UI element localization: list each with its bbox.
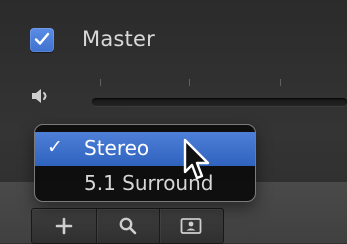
menu-item-5-1-surround[interactable]: 5.1 Surround [35, 167, 255, 201]
volume-tick [280, 79, 281, 86]
channel-format-menu: ✓ Stereo 5.1 Surround [34, 124, 256, 202]
master-row: Master [0, 0, 347, 72]
menu-item-stereo[interactable]: ✓ Stereo [35, 132, 255, 166]
volume-row [0, 72, 347, 128]
bottom-toolbar [31, 208, 224, 244]
selected-check-icon: ✓ [47, 136, 63, 158]
volume-tick [189, 79, 190, 86]
audio-panel: Master ✓ Stereo 5.1 Surround [0, 0, 347, 244]
menu-item-label: 5.1 Surround [84, 171, 214, 195]
checkmark-icon [34, 32, 50, 45]
add-button[interactable] [32, 209, 96, 243]
search-icon [119, 217, 136, 235]
menu-item-label: Stereo [84, 136, 150, 160]
volume-slider[interactable] [92, 98, 347, 106]
master-label: Master [82, 27, 155, 51]
people-icon [180, 218, 202, 234]
people-button[interactable] [159, 209, 223, 243]
volume-tick [100, 79, 101, 86]
search-button[interactable] [96, 209, 159, 243]
menu-check-placeholder [47, 173, 63, 191]
speaker-icon [32, 89, 47, 103]
master-checkbox[interactable] [30, 28, 54, 52]
plus-icon [55, 217, 73, 235]
